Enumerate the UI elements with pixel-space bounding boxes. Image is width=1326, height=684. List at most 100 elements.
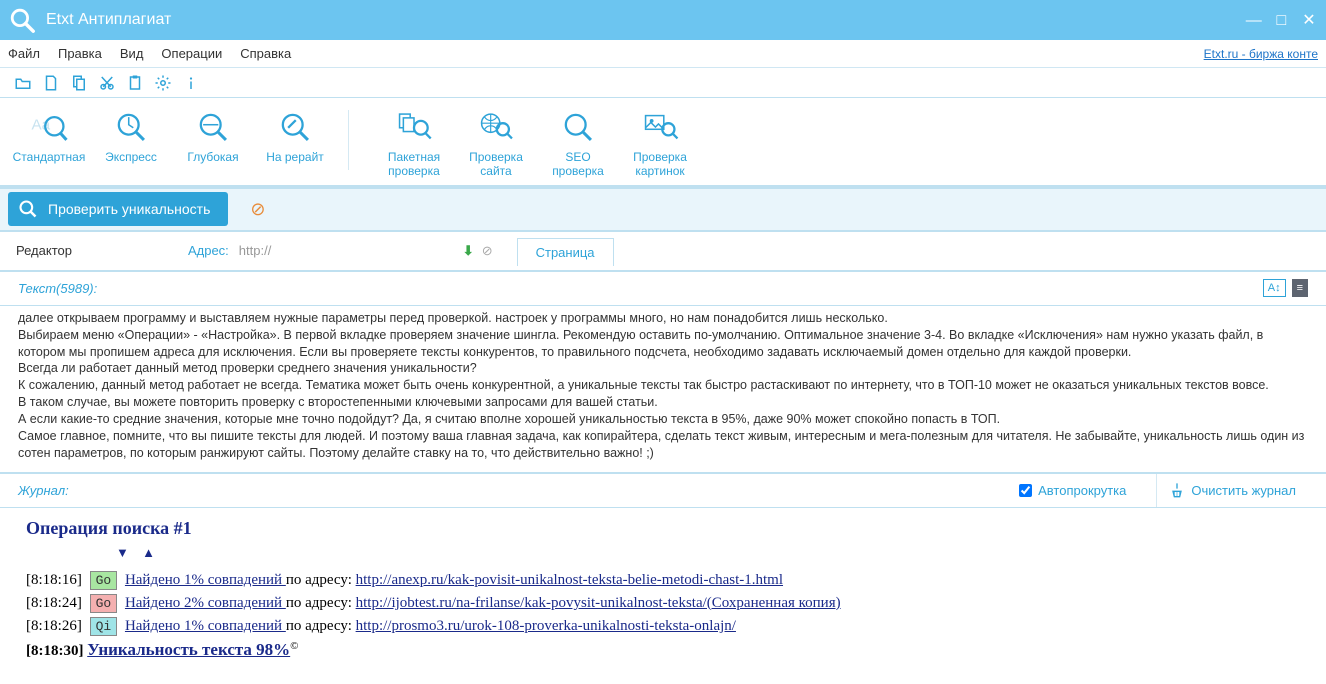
clear-label: Очистить журнал [1191, 483, 1296, 498]
match-link[interactable]: Найдено 1% совпадений [125, 572, 286, 588]
editor-tab-label: Редактор [0, 243, 88, 258]
maximize-button[interactable]: □ [1272, 12, 1290, 30]
uniqueness-result[interactable]: Уникальность текста 98% [87, 640, 290, 659]
app-title: Etxt Антиплагиат [46, 11, 1239, 29]
menu-view[interactable]: Вид [120, 46, 144, 61]
engine-badge: Go [90, 571, 118, 590]
log-line: [8:18:24] Go Найдено 2% совпадений по ад… [26, 594, 1300, 613]
btn-images[interactable]: Проверка картинок [619, 108, 701, 179]
label: Проверка картинок [633, 150, 687, 179]
close-button[interactable]: ✕ [1300, 10, 1318, 30]
forbid-icon-small[interactable]: ⊘ [482, 243, 493, 259]
journal-body: Операция поиска #1 ▼ ▲ [8:18:16] Go Найд… [0, 508, 1326, 684]
autoscroll-toggle[interactable]: Автопрокрутка [1019, 483, 1126, 498]
menu-edit[interactable]: Правка [58, 46, 102, 61]
label: SEO проверка [552, 150, 604, 179]
source-url[interactable]: http://anexp.ru/kak-povisit-unikalnost-t… [356, 572, 783, 588]
text-line: далее открываем программу и выставляем н… [18, 310, 1308, 327]
big-toolbar: Aa Стандартная Экспресс Глубокая На рера… [0, 98, 1326, 188]
btn-batch[interactable]: Пакетная проверка [373, 108, 455, 179]
source-url[interactable]: http://ijobtest.ru/na-frilanse/kak-povys… [356, 595, 841, 611]
menu-file[interactable]: Файл [8, 46, 40, 61]
address-label: по адресу: [286, 595, 356, 611]
final-result: [8:18:30] Уникальность текста 98%© [26, 640, 1300, 660]
editor-body[interactable]: далее открываем программу и выставляем н… [0, 306, 1326, 474]
autoscroll-label: Автопрокрутка [1038, 483, 1126, 498]
site-check-icon [476, 108, 516, 146]
text-count-label: Текст(5989): [18, 281, 97, 296]
match-link[interactable]: Найдено 2% совпадений [125, 595, 286, 611]
autoscroll-checkbox[interactable] [1019, 484, 1032, 497]
titlebar: Etxt Антиплагиат — □ ✕ [0, 0, 1326, 40]
cut-icon[interactable] [98, 74, 116, 92]
text-line: К сожалению, данный метод работает не вс… [18, 377, 1308, 394]
check-uniqueness-button[interactable]: Проверить уникальность [8, 192, 228, 226]
format-icon-lines[interactable]: ≡ [1292, 279, 1308, 297]
download-icon[interactable]: ⬇ [463, 243, 474, 259]
menubar: Файл Правка Вид Операции Справка Etxt.ru… [0, 40, 1326, 68]
btn-express[interactable]: Экспресс [90, 108, 172, 164]
format-icon-a[interactable]: A↕ [1263, 279, 1286, 297]
seo-check-icon [558, 108, 598, 146]
menu-operations[interactable]: Операции [161, 46, 222, 61]
text-line: А если какие-то средние значения, которы… [18, 411, 1308, 428]
label: Экспресс [105, 150, 157, 164]
search-icon [18, 199, 38, 219]
label: Проверка сайта [469, 150, 523, 179]
info-icon[interactable] [182, 74, 200, 92]
deep-check-icon [193, 108, 233, 146]
timestamp: [8:18:26] [26, 618, 82, 634]
clear-journal-button[interactable]: Очистить журнал [1156, 474, 1308, 507]
btn-deep[interactable]: Глубокая [172, 108, 254, 164]
address-label: по адресу: [286, 572, 356, 588]
text-line: Самое главное, помните, что вы пишите те… [18, 428, 1308, 462]
text-line: Выбираем меню «Операции» - «Настройка». … [18, 327, 1308, 361]
journal-header: Журнал: Автопрокрутка Очистить журнал [0, 474, 1326, 508]
address-input[interactable] [239, 243, 459, 258]
tab-page[interactable]: Страница [517, 238, 614, 266]
settings-icon[interactable] [154, 74, 172, 92]
image-check-icon [640, 108, 680, 146]
small-toolbar [0, 68, 1326, 98]
broom-icon [1169, 482, 1185, 498]
journal-label: Журнал: [18, 483, 69, 498]
arrow-up[interactable]: ▲ [142, 545, 155, 560]
new-file-icon[interactable] [42, 74, 60, 92]
btn-rewrite[interactable]: На рерайт [254, 108, 336, 164]
text-line: Всегда ли работает данный метод проверки… [18, 360, 1308, 377]
btn-standard[interactable]: Aa Стандартная [8, 108, 90, 164]
address-label: по адресу: [286, 618, 356, 634]
label: На рерайт [266, 150, 324, 164]
operation-title: Операция поиска #1 [26, 518, 1300, 539]
btn-site[interactable]: Проверка сайта [455, 108, 537, 179]
match-link[interactable]: Найдено 1% совпадений [125, 618, 286, 634]
open-icon[interactable] [14, 74, 32, 92]
source-url[interactable]: http://prosmo3.ru/urok-108-proverka-unik… [356, 618, 736, 634]
etxt-link[interactable]: Etxt.ru - биржа конте [1204, 47, 1318, 61]
log-line: [8:18:16] Go Найдено 1% совпадений по ад… [26, 571, 1300, 590]
express-check-icon [111, 108, 151, 146]
app-logo-icon [8, 6, 36, 34]
toolbar-separator [348, 110, 349, 170]
standard-check-icon: Aa [29, 108, 69, 146]
timestamp: [8:18:24] [26, 595, 82, 611]
btn-seo[interactable]: SEO проверка [537, 108, 619, 179]
engine-badge: Qi [90, 617, 118, 636]
copyright-mark: © [290, 640, 298, 652]
copy-icon[interactable] [70, 74, 88, 92]
stop-icon[interactable]: ⊘ [250, 199, 265, 220]
sort-arrows: ▼ ▲ [116, 545, 1300, 561]
paste-icon[interactable] [126, 74, 144, 92]
label: Глубокая [187, 150, 238, 164]
label: Пакетная проверка [388, 150, 440, 179]
timestamp: [8:18:16] [26, 572, 82, 588]
label: Проверить уникальность [48, 201, 210, 217]
minimize-button[interactable]: — [1245, 12, 1263, 30]
timestamp: [8:18:30] [26, 643, 83, 659]
actionbar: Проверить уникальность ⊘ [0, 188, 1326, 232]
menu-help[interactable]: Справка [240, 46, 291, 61]
label: Стандартная [13, 150, 86, 164]
address-label: Адрес: [188, 243, 229, 258]
arrow-down[interactable]: ▼ [116, 545, 129, 560]
address-row: Редактор Адрес: ⬇ ⊘ Страница [0, 232, 1326, 272]
